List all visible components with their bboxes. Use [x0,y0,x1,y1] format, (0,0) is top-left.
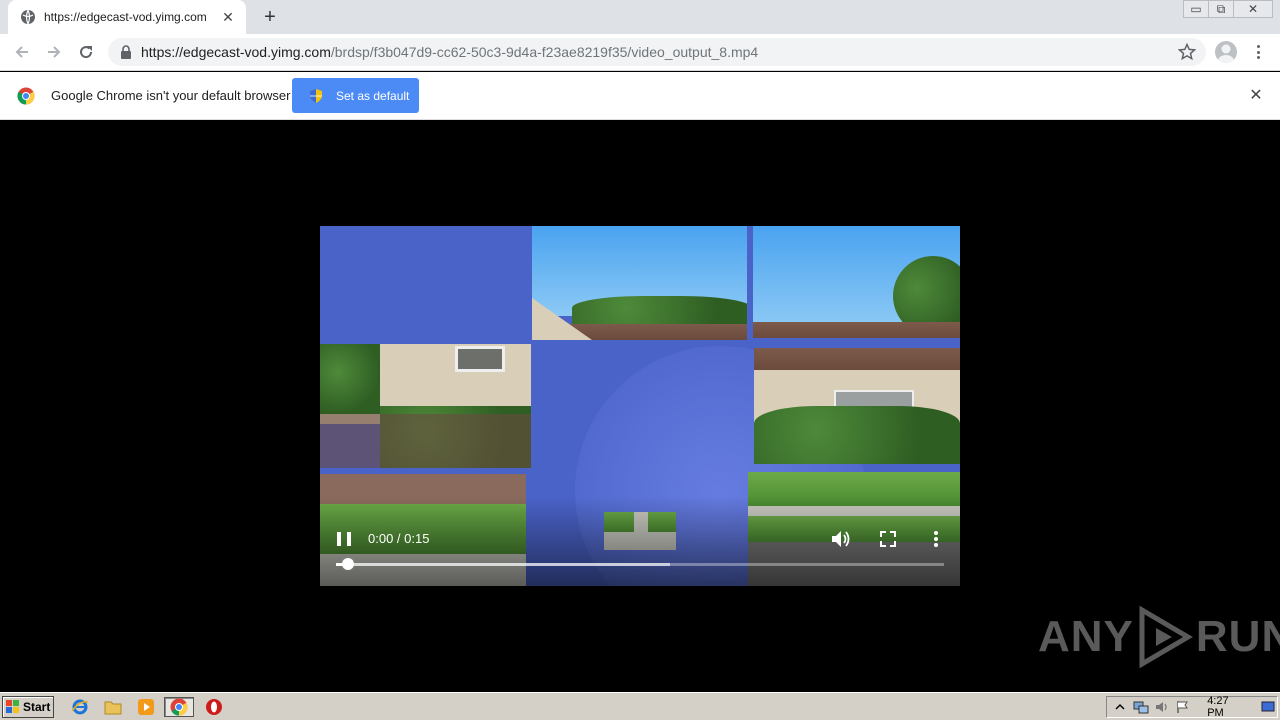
file-explorer-icon[interactable] [102,697,124,717]
infobar-close-icon[interactable]: ✕ [1248,88,1264,104]
reload-icon [80,46,93,59]
lock-icon [121,45,131,59]
profile-avatar-icon[interactable] [1215,41,1237,63]
tab-close-icon[interactable]: ✕ [220,9,236,25]
new-tab-button[interactable]: + [258,6,282,28]
windows-taskbar: Start 4:27 PM [0,692,1280,720]
browser-tab[interactable]: https://edgecast-vod.yimg.com ✕ [8,0,246,34]
play-logo-icon [1139,606,1193,668]
address-bar[interactable]: https://edgecast-vod.yimg.com/brdsp/f3b0… [108,38,1206,66]
tab-title: https://edgecast-vod.yimg.com [44,10,207,24]
action-center-flag-icon[interactable] [1174,699,1191,715]
shield-icon [310,88,322,103]
reload-button[interactable] [73,40,99,64]
speaker-icon[interactable] [1153,699,1170,715]
taskbar-clock[interactable]: 4:27 PM [1207,695,1246,719]
default-browser-infobar: Google Chrome isn't your default browser… [0,72,1280,120]
url-path: /brdsp/f3b047d9-cc62-50c3-9d4a-f23ae8219… [330,44,759,60]
set-as-default-label: Set as default [336,88,410,103]
arrow-left-icon [15,46,28,58]
seek-bar-buffered [336,563,671,566]
chrome-logo-icon [17,87,35,105]
arrow-right-icon [48,46,61,58]
video-frame-tile [320,344,531,468]
video-frame-tile [754,348,960,464]
system-tray: 4:27 PM [1106,695,1278,719]
windows-flag-icon [6,700,19,713]
browser-toolbar: https://edgecast-vod.yimg.com/brdsp/f3b0… [0,34,1280,71]
video-frame-tile [753,226,960,338]
video-player[interactable]: 0:00 / 0:15 [320,226,960,586]
tab-strip: https://edgecast-vod.yimg.com ✕ + ▭ ⧉ ✕ [0,0,1280,34]
seek-bar[interactable] [336,558,944,570]
volume-icon[interactable] [829,528,851,550]
set-as-default-button[interactable]: Set as default [292,78,419,113]
start-button[interactable]: Start [2,696,54,718]
show-desktop-icon[interactable] [1260,699,1277,715]
restore-button[interactable]: ⧉ [1208,0,1234,18]
forward-button[interactable] [41,40,67,64]
media-player-icon[interactable] [135,697,157,717]
minimize-button[interactable]: ▭ [1183,0,1209,18]
fullscreen-icon[interactable] [877,528,899,550]
page-viewport: 0:00 / 0:15 ANY RUN [0,120,1280,692]
star-icon[interactable] [1178,43,1196,61]
network-icon[interactable] [1132,699,1149,715]
more-options-icon[interactable] [925,528,947,550]
window-close-button[interactable]: ✕ [1233,0,1273,18]
watermark-left: ANY [1038,612,1134,661]
anyrun-watermark: ANY RUN [1038,606,1280,668]
url-host: https://edgecast-vod.yimg.com [141,44,331,60]
pause-icon[interactable] [337,532,351,548]
watermark-right: RUN [1195,612,1280,661]
chevron-up-icon[interactable] [1111,699,1128,715]
video-time: 0:00 / 0:15 [368,531,430,546]
url-text: https://edgecast-vod.yimg.com/brdsp/f3b0… [141,44,758,60]
globe-icon [21,9,35,25]
chrome-taskbar-icon[interactable] [164,697,194,717]
opera-icon[interactable] [203,697,225,717]
back-button[interactable] [9,40,35,64]
chrome-menu-icon[interactable] [1250,42,1266,62]
internet-explorer-icon[interactable] [69,697,91,717]
infobar-message: Google Chrome isn't your default browser [51,88,291,103]
start-label: Start [23,700,51,714]
video-frame-tile [532,226,747,340]
